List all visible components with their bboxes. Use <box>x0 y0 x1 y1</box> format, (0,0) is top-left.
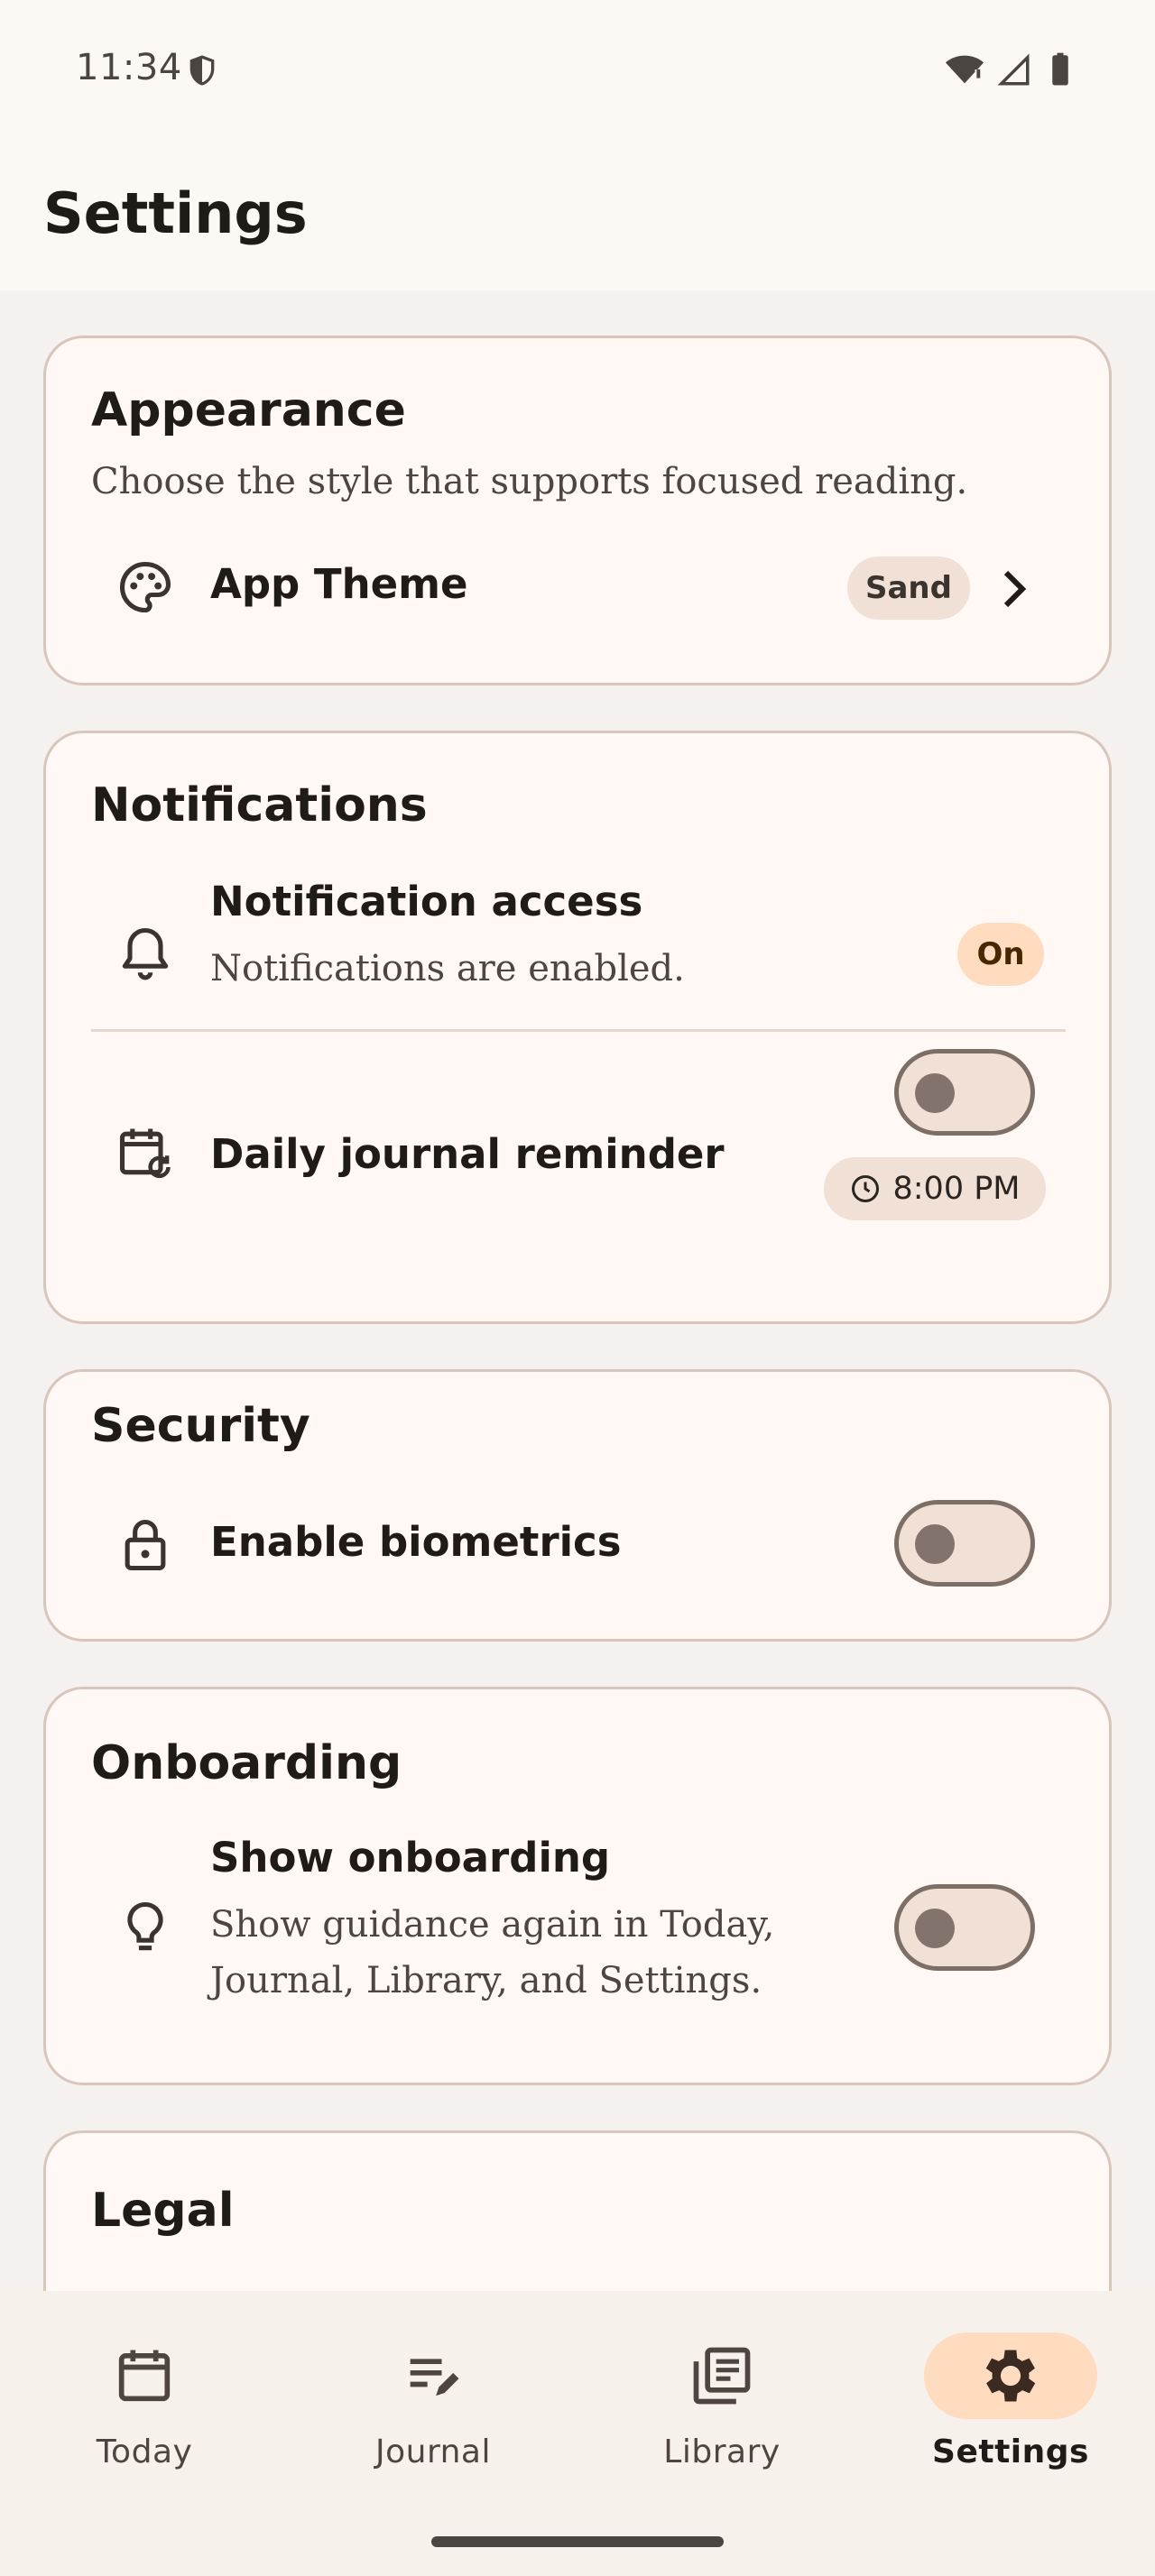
page-title: Settings <box>43 180 308 246</box>
bell-icon <box>115 923 176 984</box>
reminder-time-text: 8:00 PM <box>892 1171 1021 1207</box>
shield-icon <box>184 51 220 90</box>
show-onboarding-desc-line2: Journal, Library, and Settings. <box>210 1960 762 2001</box>
edit-notes-icon <box>399 2341 467 2410</box>
appearance-subtitle: Choose the style that supports focused r… <box>91 461 968 502</box>
reminder-time-chip[interactable]: 8:00 PM <box>824 1157 1046 1220</box>
top-app-bar: 11:34 Settings <box>0 0 1155 290</box>
nav-label-journal: Journal <box>374 2433 491 2470</box>
palette-icon <box>115 557 176 618</box>
signal-icon <box>994 51 1032 88</box>
gear-icon <box>976 2341 1045 2410</box>
bottom-nav: Today Journal Library Settings <box>0 2291 1155 2576</box>
appearance-card: Appearance Choose the style that support… <box>43 336 1112 685</box>
status-time: 11:34 <box>76 47 182 88</box>
theme-value-chip: Sand <box>847 557 970 620</box>
calendar-icon <box>110 2341 179 2410</box>
biometrics-toggle[interactable] <box>894 1500 1035 1587</box>
app-theme-label: App Theme <box>210 560 468 608</box>
nav-item-library[interactable]: Library <box>605 2291 839 2489</box>
toggle-knob <box>915 1073 955 1113</box>
lightbulb-icon <box>115 1897 176 1958</box>
notification-access-row[interactable]: Notification access Notifications are en… <box>46 878 1109 1031</box>
daily-reminder-toggle[interactable] <box>894 1049 1035 1136</box>
battery-icon <box>1041 49 1079 90</box>
biometrics-row[interactable]: Enable biometrics <box>46 1489 1109 1606</box>
divider <box>91 1029 1066 1032</box>
section-title-appearance: Appearance <box>91 383 406 437</box>
library-icon <box>688 2341 756 2410</box>
app-theme-row[interactable]: App Theme Sand <box>46 528 1109 645</box>
chevron-right-icon <box>995 567 1031 611</box>
nav-item-journal[interactable]: Journal <box>316 2291 550 2489</box>
section-title-notifications: Notifications <box>91 778 428 833</box>
biometrics-label: Enable biometrics <box>210 1518 622 1566</box>
section-title-security: Security <box>91 1399 310 1453</box>
lock-icon <box>115 1514 176 1576</box>
notifications-card: Notifications Notification access Notifi… <box>43 731 1112 1324</box>
status-bar: 11:34 <box>0 0 1155 135</box>
security-card: Security Enable biometrics <box>43 1369 1112 1642</box>
show-onboarding-desc-line1: Show guidance again in Today, <box>210 1904 775 1946</box>
clock-icon <box>849 1173 882 1205</box>
nav-label-today: Today <box>96 2433 193 2470</box>
show-onboarding-toggle[interactable] <box>894 1884 1035 1971</box>
daily-reminder-row[interactable]: Daily journal reminder 8:00 PM <box>46 1040 1109 1302</box>
notification-access-label: Notification access <box>210 878 643 925</box>
nav-item-today[interactable]: Today <box>27 2291 262 2489</box>
nav-label-settings: Settings <box>932 2433 1089 2470</box>
calendar-repeat-icon <box>115 1121 176 1182</box>
home-indicator <box>431 2536 724 2547</box>
notification-access-desc: Notifications are enabled. <box>210 948 685 989</box>
toggle-knob <box>915 1909 955 1948</box>
nav-label-library: Library <box>663 2433 781 2470</box>
daily-reminder-label: Daily journal reminder <box>210 1130 725 1178</box>
show-onboarding-row[interactable]: Show onboarding Show guidance again in T… <box>46 1834 1109 2059</box>
status-icons <box>944 49 1079 90</box>
onboarding-card: Onboarding Show onboarding Show guidance… <box>43 1687 1112 2085</box>
toggle-knob <box>915 1524 955 1564</box>
status-badge: On <box>957 923 1044 986</box>
section-title-onboarding: Onboarding <box>91 1736 402 1790</box>
section-title-legal: Legal <box>91 2184 235 2238</box>
show-onboarding-label: Show onboarding <box>210 1834 611 1881</box>
nav-item-settings[interactable]: Settings <box>893 2291 1128 2489</box>
wifi-icon <box>944 49 985 90</box>
